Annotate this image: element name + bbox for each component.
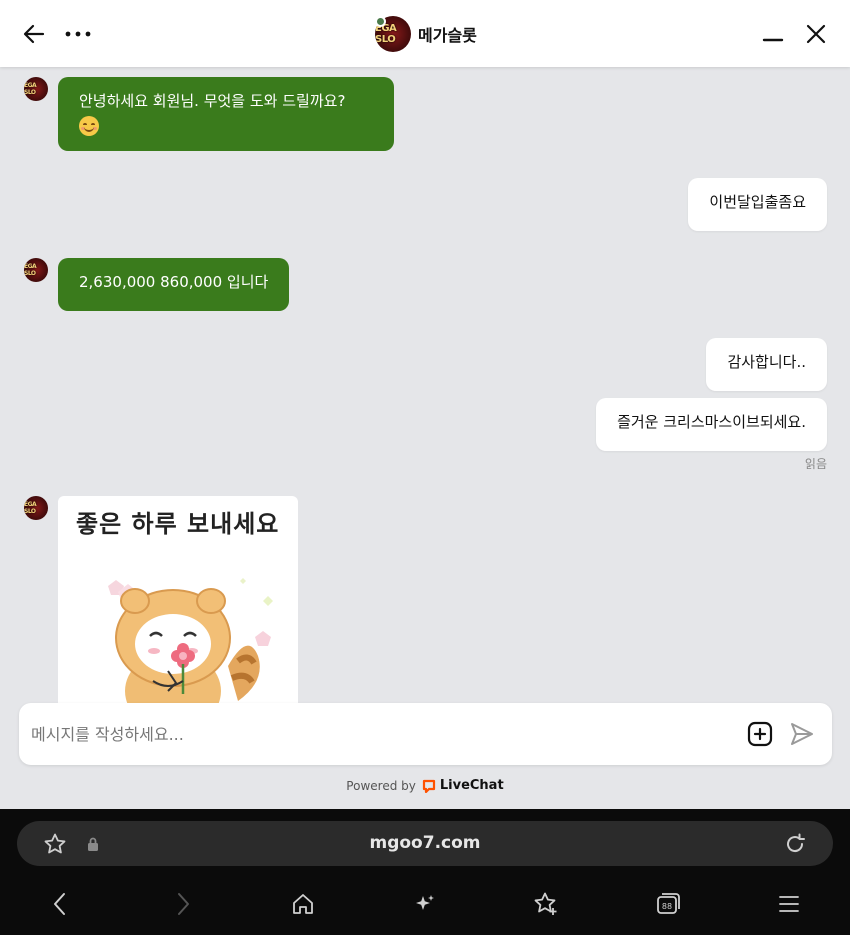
chat-messages[interactable]: EGA SLO 안녕하세요 회원님. 무엇을 도와 드릴까요? 이번달입출좀요 … xyxy=(0,67,850,703)
send-button[interactable] xyxy=(788,720,816,748)
menu-button[interactable] xyxy=(774,889,804,919)
sticker-image[interactable]: 좋은 하루 보내세요 xyxy=(58,496,298,703)
home-button[interactable] xyxy=(288,889,318,919)
nav-forward-button[interactable] xyxy=(168,889,198,919)
user-message: 즐거운 크리스마스이브되세요. xyxy=(596,398,827,451)
livechat-logo-icon xyxy=(422,779,435,793)
plus-square-icon xyxy=(747,721,773,747)
chat-header: EGA SLO 메가슬롯 xyxy=(0,0,850,67)
close-button[interactable] xyxy=(798,16,834,52)
message-text: 즐거운 크리스마스이브되세요. xyxy=(617,413,806,431)
online-status-dot xyxy=(375,16,386,27)
message-text: 안녕하세요 회원님. 무엇을 도와 드릴까요? xyxy=(79,92,346,110)
chevron-left-icon xyxy=(54,893,65,915)
more-options-button[interactable] xyxy=(60,16,96,52)
address-bar[interactable]: mgoo7.com xyxy=(17,821,833,866)
powered-by-label: Powered by xyxy=(346,778,416,793)
message-text: 2,630,000 860,000 입니다 xyxy=(79,273,269,291)
home-icon xyxy=(293,894,313,914)
agent-message: 2,630,000 860,000 입니다 xyxy=(58,258,290,311)
livechat-link[interactable]: LiveChat xyxy=(422,778,504,793)
user-message: 감사합니다.. xyxy=(706,338,827,391)
arrow-left-icon xyxy=(23,24,45,44)
ai-sparkle-button[interactable] xyxy=(410,889,440,919)
smiling-face-emoji-icon xyxy=(79,115,99,136)
url-text[interactable]: mgoo7.com xyxy=(17,833,833,853)
read-receipt: 읽음 xyxy=(804,457,827,471)
chevron-right-icon xyxy=(178,893,189,915)
tabs-icon: 88 xyxy=(657,893,680,914)
agent-message: 안녕하세요 회원님. 무엇을 도와 드릴까요? xyxy=(58,77,394,151)
close-icon xyxy=(806,24,826,44)
chat-title: 메가슬롯 xyxy=(418,26,477,45)
livechat-brand: LiveChat xyxy=(439,778,504,793)
hamburger-menu-icon xyxy=(779,896,799,912)
sparkle-icon xyxy=(416,895,434,910)
minimize-button[interactable] xyxy=(755,16,791,52)
user-message: 이번달입출좀요 xyxy=(688,178,827,231)
reload-button[interactable] xyxy=(781,830,809,858)
send-icon xyxy=(791,723,813,745)
minimize-icon xyxy=(762,38,784,42)
agent-avatar: EGA SLO xyxy=(24,496,48,520)
powered-by: Powered by LiveChat xyxy=(0,778,850,793)
message-text: 감사합니다.. xyxy=(727,353,806,371)
chat-title-group: EGA SLO 메가슬롯 xyxy=(375,15,477,53)
browser-nav-bar: 88 xyxy=(0,881,850,925)
message-input[interactable] xyxy=(31,719,731,749)
browser-toolbar: mgoo7.com 88 xyxy=(0,809,850,935)
agent-avatar: EGA SLO xyxy=(375,16,411,52)
tabs-button[interactable]: 88 xyxy=(653,889,683,919)
nav-back-button[interactable] xyxy=(45,889,75,919)
attach-button[interactable] xyxy=(746,720,774,748)
message-composer xyxy=(19,703,832,765)
svg-text:88: 88 xyxy=(662,902,672,911)
back-button[interactable] xyxy=(16,16,52,52)
agent-avatar: EGA SLO xyxy=(24,77,48,101)
reload-icon xyxy=(787,833,805,853)
raccoon-holding-flower-icon xyxy=(108,578,273,703)
agent-avatar: EGA SLO xyxy=(24,258,48,282)
star-add-icon xyxy=(534,892,557,915)
message-text: 이번달입출좀요 xyxy=(709,193,806,211)
bookmarks-button[interactable] xyxy=(531,889,561,919)
more-horizontal-icon xyxy=(65,31,91,37)
